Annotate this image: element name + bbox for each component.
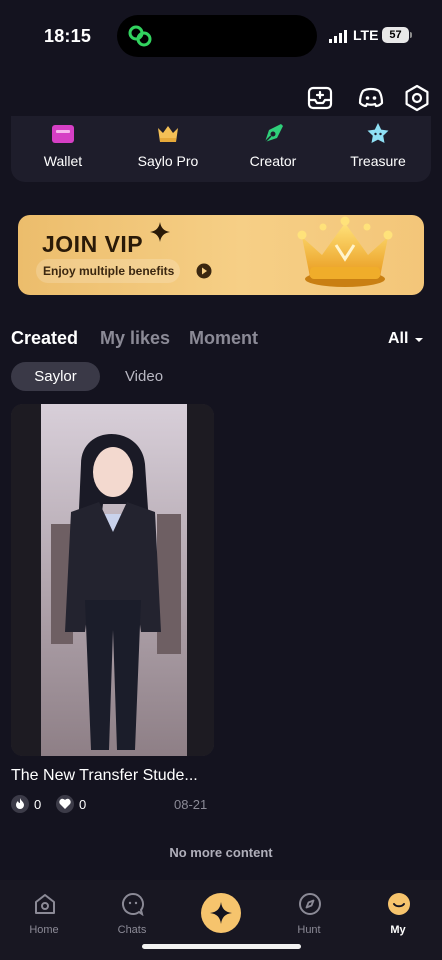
create-sparkle-button[interactable] bbox=[201, 893, 241, 933]
card-title[interactable]: The New Transfer Stude... bbox=[11, 767, 221, 785]
network-label: LTE bbox=[353, 27, 379, 43]
nav-my-label: My bbox=[390, 924, 406, 936]
fire-count: 0 bbox=[34, 797, 42, 812]
wallet-icon bbox=[52, 125, 74, 143]
status-time: 18:15 bbox=[44, 26, 92, 46]
nav-home[interactable]: Home bbox=[0, 880, 88, 950]
subtab-saylor[interactable]: Saylor bbox=[11, 362, 100, 391]
nav-hunt-label: Hunt bbox=[297, 924, 321, 936]
crown-icon bbox=[158, 126, 178, 142]
nav-hunt[interactable]: Hunt bbox=[265, 880, 353, 950]
nav-home-label: Home bbox=[29, 924, 59, 936]
smile-icon bbox=[388, 893, 410, 915]
compass-icon bbox=[299, 893, 321, 915]
signal-icon bbox=[329, 30, 347, 43]
play-icon[interactable] bbox=[196, 263, 212, 279]
status-bar: 18:15 LTE 57 bbox=[0, 0, 442, 70]
treasure-button[interactable]: Treasure bbox=[328, 116, 428, 182]
filter-dropdown[interactable]: All bbox=[388, 330, 408, 348]
home-indicator bbox=[142, 944, 301, 949]
subtab-video[interactable]: Video bbox=[110, 362, 178, 391]
settings-hex-icon[interactable] bbox=[403, 84, 431, 112]
wallet-button[interactable]: Wallet bbox=[13, 116, 113, 182]
nav-my[interactable]: My bbox=[354, 880, 442, 950]
battery-icon: 57 bbox=[382, 27, 409, 43]
dynamic-island bbox=[117, 15, 317, 57]
vip-banner[interactable]: JOIN VIP Enjoy multiple benefits bbox=[18, 215, 424, 295]
sparkle-icon bbox=[210, 902, 232, 924]
chat-icon bbox=[122, 892, 144, 916]
creator-label: Creator bbox=[249, 153, 297, 169]
tab-moment[interactable]: Moment bbox=[189, 328, 258, 349]
vip-crown-icon bbox=[297, 216, 393, 287]
link-icon bbox=[128, 25, 152, 47]
home-icon bbox=[35, 894, 55, 914]
battery-nub bbox=[410, 32, 412, 38]
no-more-content: No more content bbox=[169, 845, 273, 860]
saylo-pro-label: Saylo Pro bbox=[137, 153, 199, 169]
quick-menu: Wallet Saylo Pro Creator Treasure bbox=[11, 116, 431, 182]
sparkle-icon bbox=[150, 222, 170, 242]
heart-icon bbox=[56, 795, 74, 813]
creator-button[interactable]: Creator bbox=[223, 116, 323, 182]
wallet-label: Wallet bbox=[43, 153, 83, 169]
nav-chats-label: Chats bbox=[117, 924, 147, 936]
vip-title: JOIN VIP bbox=[42, 231, 144, 257]
saylo-pro-button[interactable]: Saylo Pro bbox=[118, 116, 218, 182]
fire-icon bbox=[11, 795, 29, 813]
vip-subtitle: Enjoy multiple benefits bbox=[36, 259, 181, 283]
treasure-label: Treasure bbox=[350, 153, 406, 169]
character-illustration bbox=[11, 404, 214, 756]
card-date: 08-21 bbox=[174, 797, 208, 812]
nav-chats[interactable]: Chats bbox=[88, 880, 176, 950]
character-card-image[interactable] bbox=[11, 404, 214, 756]
pen-nib-icon bbox=[264, 124, 283, 143]
caret-down-icon[interactable] bbox=[414, 336, 424, 344]
tab-created[interactable]: Created bbox=[11, 328, 78, 349]
star-treasure-icon bbox=[367, 123, 389, 143]
inbox-icon[interactable] bbox=[306, 84, 334, 112]
heart-count: 0 bbox=[79, 797, 87, 812]
discord-icon[interactable] bbox=[357, 84, 385, 112]
tab-my-likes[interactable]: My likes bbox=[100, 328, 170, 349]
